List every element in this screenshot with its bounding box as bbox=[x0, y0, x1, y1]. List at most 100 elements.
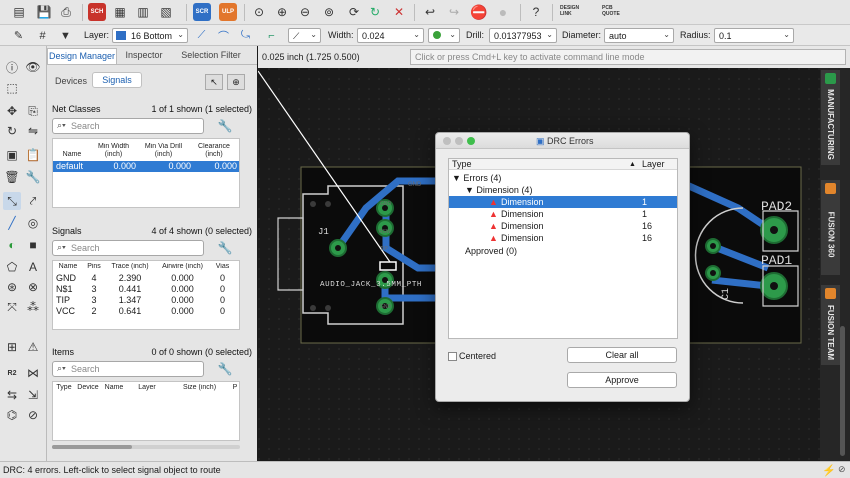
wire-style-select[interactable]: ⟋ ⌄ bbox=[288, 28, 321, 43]
wire-bend-icon[interactable]: ⟋ bbox=[193, 27, 210, 44]
diameter-field[interactable]: auto ⌄ bbox=[604, 28, 674, 43]
via-shape-select[interactable]: ⌄ bbox=[428, 28, 460, 43]
wire-curve-icon[interactable]: ⤿ bbox=[237, 27, 254, 44]
wrench-icon[interactable]: 🔧 bbox=[214, 240, 236, 256]
mirror-icon[interactable]: ⇋ bbox=[24, 122, 42, 140]
close-button[interactable] bbox=[443, 137, 451, 145]
minimize-button[interactable] bbox=[455, 137, 463, 145]
label-icon[interactable]: ⊘ bbox=[24, 406, 42, 424]
lightning-icon[interactable]: ⚡ bbox=[822, 464, 836, 477]
rotate-icon[interactable]: ↻ bbox=[3, 122, 21, 140]
table-row[interactable]: default 0.000 0.000 0.000 bbox=[53, 161, 239, 172]
attribute-icon[interactable]: ⁂ bbox=[24, 298, 42, 316]
wrench-icon[interactable]: 🔧 bbox=[214, 118, 236, 134]
layer-select[interactable]: 16 Bottom ⌄ bbox=[112, 28, 188, 43]
drill-field[interactable]: 0.01377953 ⌄ bbox=[489, 28, 557, 43]
wire-arc-icon[interactable]: ⌒ bbox=[215, 27, 232, 44]
pointer-icon[interactable]: ↖ bbox=[205, 74, 223, 90]
paste-icon[interactable]: 📋 bbox=[24, 146, 42, 164]
dimension-icon[interactable]: ⤧ bbox=[3, 298, 21, 316]
line-icon[interactable]: ╱ bbox=[3, 214, 21, 232]
tree-item-dimension-group[interactable]: ▼ Dimension (4) bbox=[449, 184, 677, 196]
r2-icon[interactable]: R2 bbox=[3, 364, 21, 382]
cam-icon[interactable]: ▧ bbox=[157, 3, 175, 21]
tag-icon[interactable]: ⌬ bbox=[3, 406, 21, 424]
tree-item-dimension[interactable]: ▲ Dimension 16 bbox=[449, 232, 677, 244]
delete-icon[interactable]: 🗑 bbox=[3, 168, 21, 186]
tab-fusion-360[interactable]: FUSION 360 bbox=[821, 180, 840, 275]
undo-icon[interactable]: ↩ bbox=[421, 3, 439, 21]
eye-icon[interactable]: 👁 bbox=[24, 58, 42, 76]
select-icon[interactable]: ⬚ bbox=[3, 79, 21, 97]
ratsnest-icon[interactable]: ⋈ bbox=[24, 364, 42, 382]
command-line-input[interactable]: Click or press Cmd+L key to activate com… bbox=[410, 49, 846, 65]
zoom-icon[interactable]: ⊕ bbox=[227, 74, 245, 90]
zoom-select-icon[interactable]: ⊚ bbox=[320, 3, 338, 21]
tab-inspector[interactable]: Inspector bbox=[119, 50, 169, 60]
zoom-undo-icon[interactable]: ✕ bbox=[390, 3, 408, 21]
tab-design-manager[interactable]: Design Manager bbox=[47, 48, 117, 64]
radius-field[interactable]: 0.1 ⌄ bbox=[714, 28, 794, 43]
hole-icon[interactable]: ⊗ bbox=[24, 278, 42, 296]
wrench-icon[interactable]: 🔧 bbox=[24, 168, 42, 186]
route-tool-icon[interactable]: ⤡ bbox=[3, 192, 21, 210]
zoom-button[interactable] bbox=[467, 137, 475, 145]
via-icon[interactable]: ◎ bbox=[24, 214, 42, 232]
zoom-in-icon[interactable]: ⊕ bbox=[273, 3, 291, 21]
folder-icon[interactable]: ▤ bbox=[10, 3, 28, 21]
net-classes-search-input[interactable]: ⌕▾ Search bbox=[52, 118, 204, 134]
save-icon[interactable]: 💾 bbox=[35, 3, 53, 21]
help-icon[interactable]: ? bbox=[527, 3, 545, 21]
ulp-icon[interactable]: ULP bbox=[219, 3, 237, 21]
tree-item-errors[interactable]: ▼ Errors (4) bbox=[449, 172, 677, 184]
clear-all-button[interactable]: Clear all bbox=[567, 347, 677, 363]
sch-icon[interactable]: SCH bbox=[88, 3, 106, 21]
table-row[interactable]: TIP 3 1.347 0.000 0 bbox=[53, 295, 239, 306]
go-icon[interactable]: ● bbox=[494, 3, 512, 21]
errors-icon[interactable]: ⚠ bbox=[24, 338, 42, 356]
ripup-icon[interactable]: ⤤ bbox=[24, 192, 42, 210]
centered-checkbox[interactable]: Centered bbox=[448, 351, 496, 361]
zoom-out-icon[interactable]: ⊖ bbox=[296, 3, 314, 21]
route-mode-icon[interactable]: ⌐ bbox=[263, 27, 280, 44]
print-icon[interactable]: ⎙ bbox=[57, 3, 75, 21]
redo-icon[interactable]: ↪ bbox=[445, 3, 463, 21]
text-icon[interactable]: A bbox=[24, 258, 42, 276]
tree-item-approved[interactable]: Approved (0) bbox=[449, 245, 677, 257]
table-row[interactable]: GND 4 2.390 0.000 0 bbox=[53, 273, 239, 284]
grid-icon[interactable]: # bbox=[34, 27, 51, 44]
stop-icon[interactable]: ⊘ bbox=[838, 464, 846, 475]
tab-fusion-team[interactable]: FUSION TEAM bbox=[821, 285, 840, 365]
brd-icon[interactable]: ▦ bbox=[111, 3, 129, 21]
group-icon[interactable]: ▣ bbox=[3, 146, 21, 164]
tree-item-dimension[interactable]: ▲ Dimension 16 bbox=[449, 220, 677, 232]
refresh-icon[interactable]: ↻ bbox=[366, 3, 384, 21]
lbr-icon[interactable]: ▥ bbox=[134, 3, 152, 21]
redraw-icon[interactable]: ⟳ bbox=[345, 3, 363, 21]
route-icon[interactable]: ✎ bbox=[10, 27, 27, 44]
width-field[interactable]: 0.024 ⌄ bbox=[357, 28, 424, 43]
subtab-devices[interactable]: Devices bbox=[55, 76, 87, 86]
subtab-signals[interactable]: Signals bbox=[92, 72, 142, 88]
approve-button[interactable]: Approve bbox=[567, 372, 677, 388]
horizontal-scrollbar[interactable] bbox=[52, 445, 240, 449]
zoom-fit-icon[interactable]: ⊙ bbox=[250, 3, 268, 21]
info-icon[interactable]: ⓘ bbox=[3, 58, 21, 76]
tab-selection-filter[interactable]: Selection Filter bbox=[171, 50, 251, 60]
signals-search-input[interactable]: ⌕▾ Search bbox=[52, 240, 204, 256]
pcb-quote-button[interactable]: PCB QUOTE bbox=[602, 5, 620, 17]
circle-icon[interactable]: ⊛ bbox=[3, 278, 21, 296]
tree-item-dimension[interactable]: ▲ Dimension 1 bbox=[449, 208, 677, 220]
design-link-button[interactable]: DESIGN LINK bbox=[560, 5, 579, 17]
rect-icon[interactable]: ■ bbox=[24, 236, 42, 254]
filter-icon[interactable]: ▼ bbox=[57, 27, 74, 44]
table-row[interactable]: N$1 3 0.441 0.000 0 bbox=[53, 284, 239, 295]
wrench-icon[interactable]: 🔧 bbox=[214, 361, 236, 377]
signal-icon[interactable]: ◐ bbox=[3, 236, 21, 254]
optimize-icon[interactable]: ⇆ bbox=[3, 386, 21, 404]
copy-icon[interactable]: ⎘ bbox=[24, 102, 42, 120]
polygon-icon[interactable]: ⬠ bbox=[3, 258, 21, 276]
sort-icon[interactable]: ▲ bbox=[629, 159, 636, 170]
smash-icon[interactable]: ⇲ bbox=[24, 386, 42, 404]
move-icon[interactable]: ✥ bbox=[3, 102, 21, 120]
